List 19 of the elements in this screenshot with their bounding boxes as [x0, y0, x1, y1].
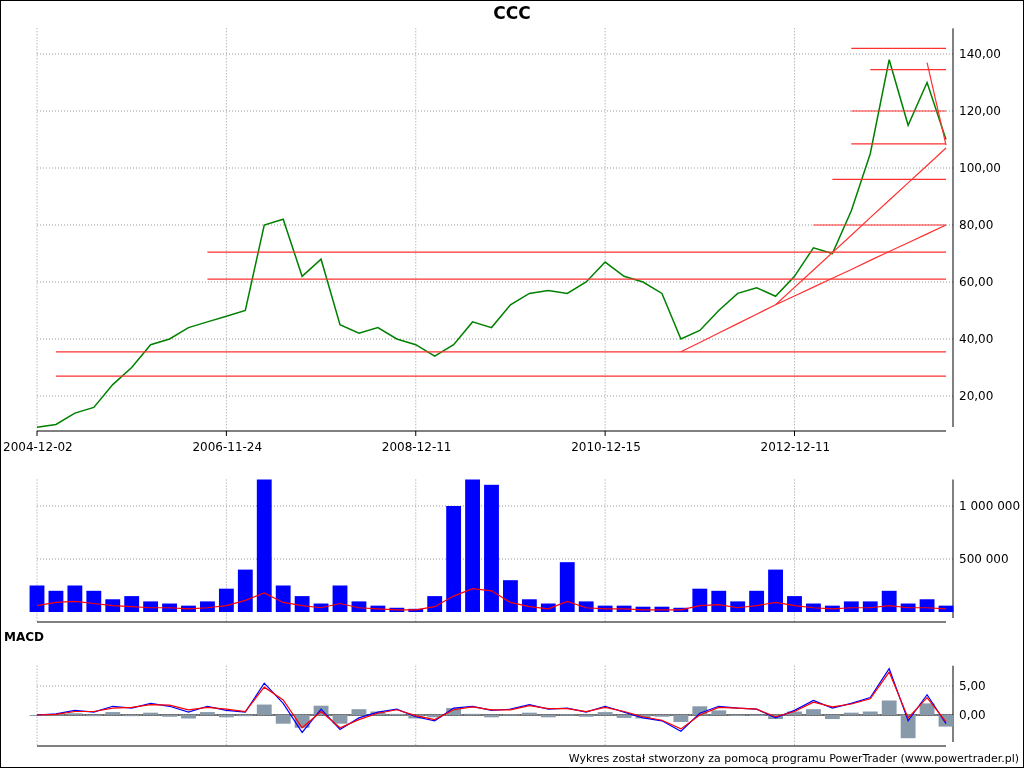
axis-label: 140,00	[959, 47, 1001, 61]
axis-label: 100,00	[959, 161, 1001, 175]
axis-label: 2010-12-15	[571, 440, 641, 454]
axis-label: 20,00	[959, 389, 994, 403]
panel-title: MACD	[4, 630, 44, 644]
axis-label: 1 000 000	[959, 499, 1021, 513]
axis-label: 2006-11-24	[192, 440, 263, 454]
axis-label: 80,00	[959, 218, 994, 232]
axis-label: 2012-12-11	[760, 440, 831, 454]
axis-label: 5,00	[959, 679, 986, 693]
axis-label: 120,00	[959, 104, 1001, 118]
credit-text: Wykres został stworzony za pomocą programu PowerTrader (www.powertrader.pl)	[568, 751, 1019, 765]
axis-label: 500 000	[959, 552, 1009, 566]
axis-label: 40,00	[959, 332, 994, 346]
axis-label: 2008-12-11	[381, 440, 452, 454]
axis-label: 2004-12-02	[3, 440, 73, 454]
axis-label: 60,00	[959, 275, 994, 289]
axis-label: 0,00	[959, 708, 986, 722]
chart-title: CCC	[493, 3, 531, 23]
